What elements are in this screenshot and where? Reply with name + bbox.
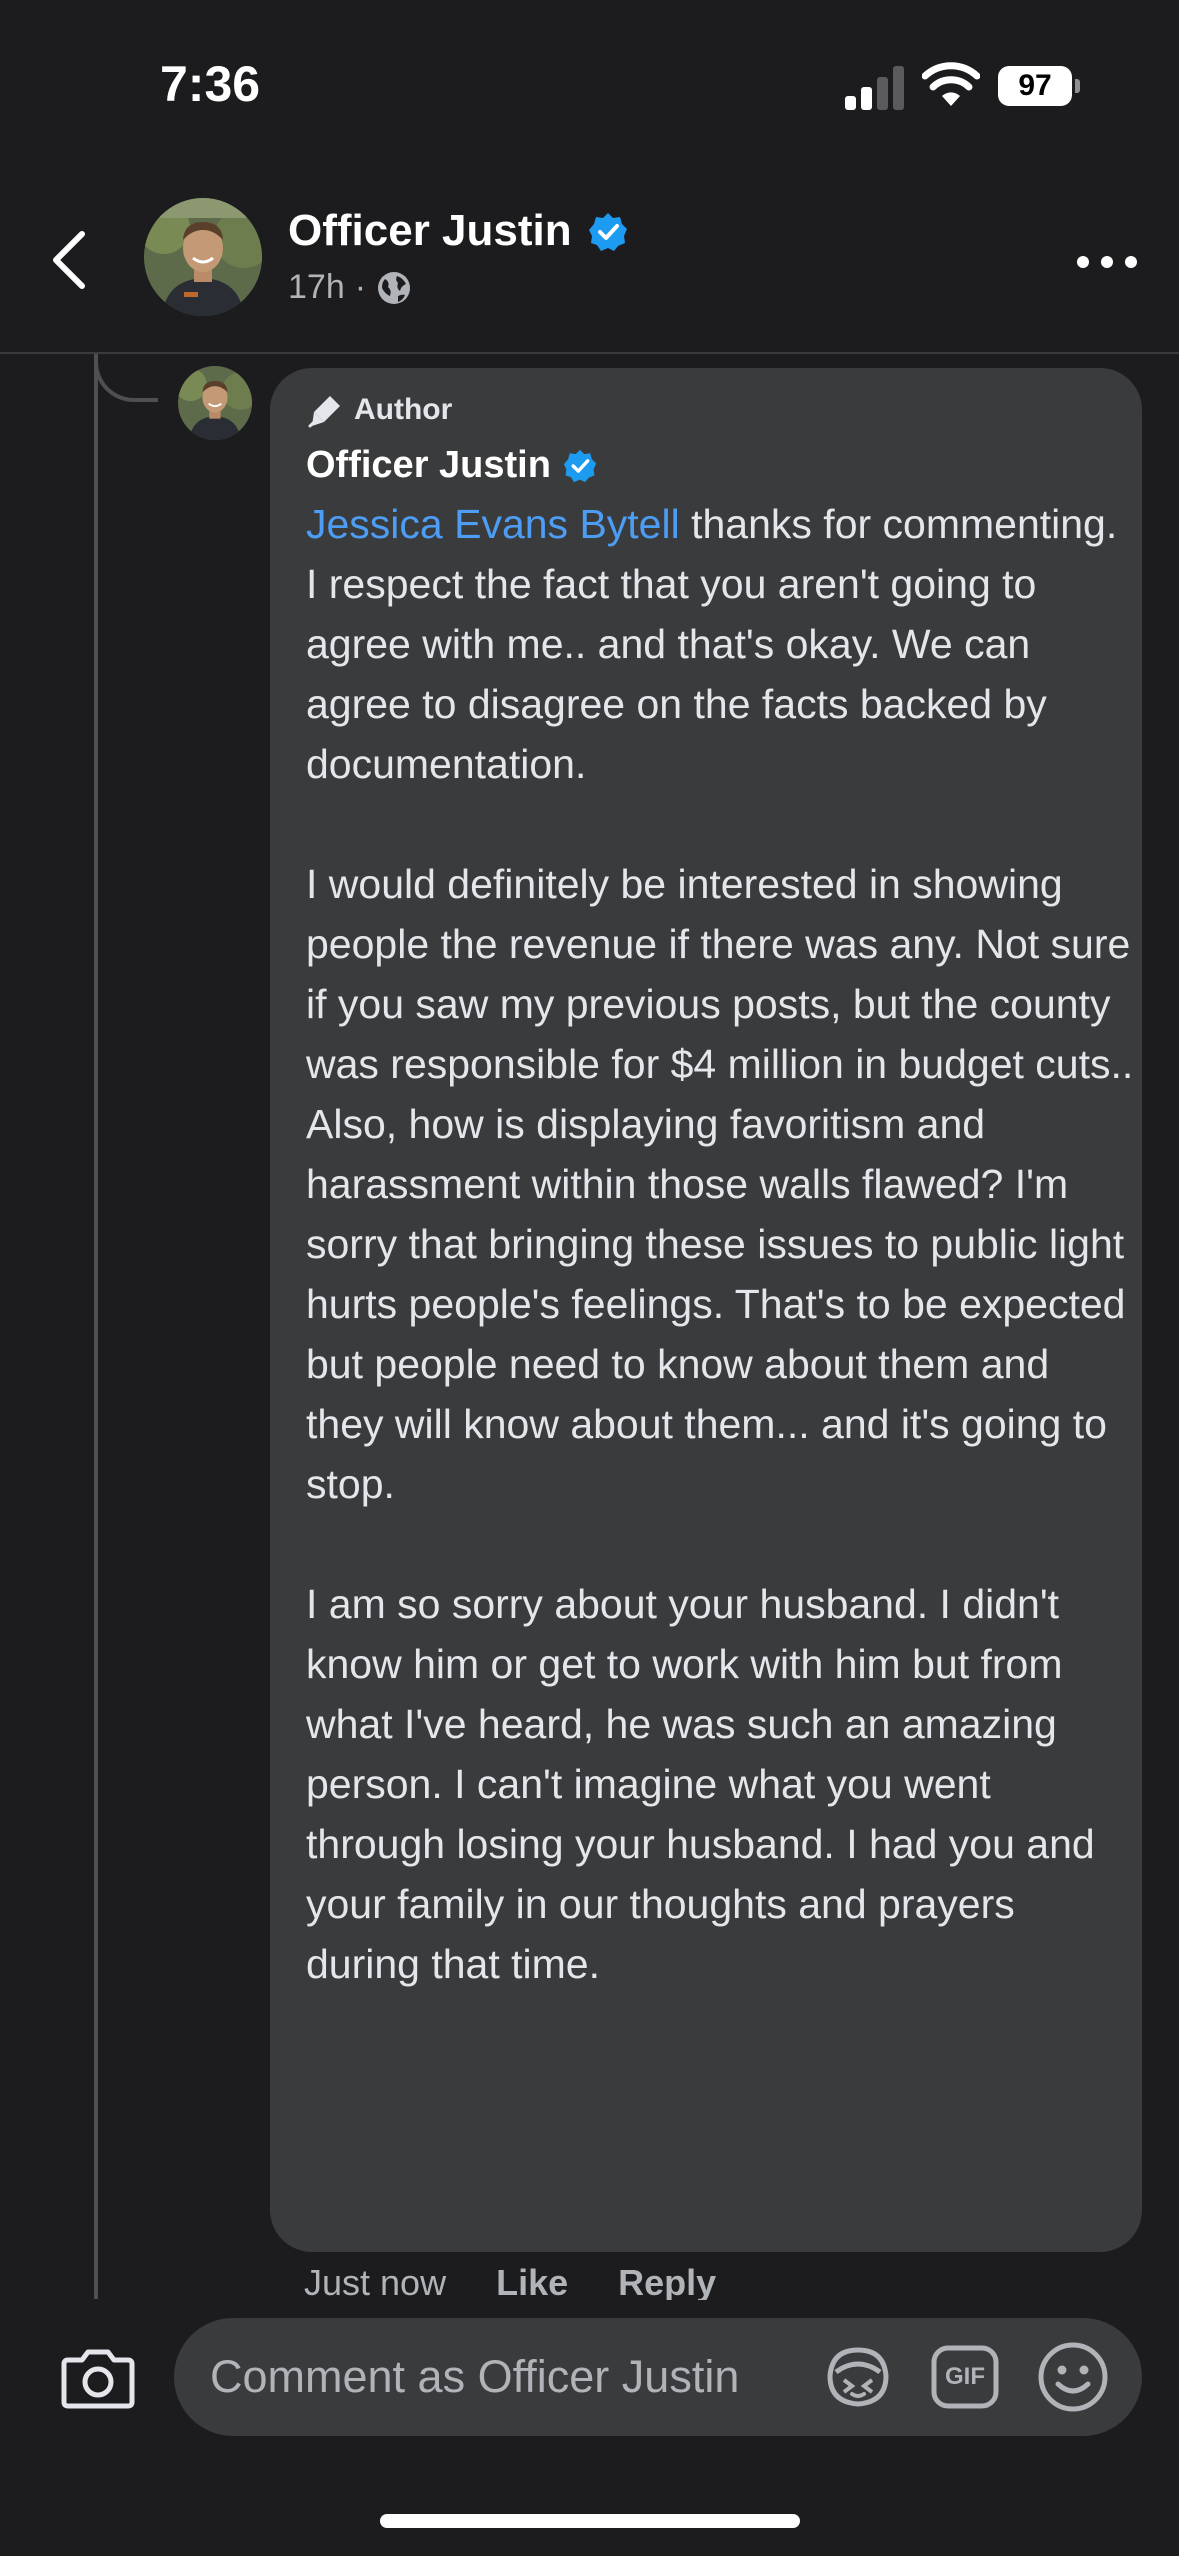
post-time: 17h — [288, 268, 345, 306]
like-button[interactable]: Like — [496, 2262, 568, 2302]
thread-connector — [94, 354, 158, 402]
comment-actions: Just now Like Reply — [304, 2262, 766, 2302]
comment-paragraph: Jessica Evans Bytell thanks for commenti… — [306, 494, 1136, 794]
comment-bubble[interactable]: Author Officer Justin Jessica Evans Byte… — [270, 368, 1142, 2252]
globe-icon — [378, 271, 411, 304]
gif-icon[interactable]: GIF — [930, 2344, 1000, 2410]
comment-text: Jessica Evans Bytell thanks for commenti… — [306, 494, 1136, 1994]
status-time: 7:36 — [160, 56, 261, 112]
battery-level: 97 — [1018, 69, 1052, 102]
author-badge-label: Author — [354, 393, 453, 426]
meta-separator: · — [354, 268, 367, 306]
avatar-sticker-icon[interactable] — [822, 2342, 894, 2410]
cellular-signal-icon — [845, 66, 904, 110]
more-dots-icon[interactable] — [1075, 250, 1139, 274]
post-author-name[interactable]: Officer Justin — [288, 206, 572, 256]
avatar[interactable] — [144, 198, 262, 316]
emoji-icon[interactable] — [1036, 2340, 1110, 2414]
comment-avatar[interactable] — [178, 366, 252, 440]
comment-paragraph: I am so sorry about your husband. I didn… — [306, 1581, 1095, 1987]
verified-badge-icon — [563, 449, 597, 482]
pen-icon — [308, 396, 340, 428]
thread-line — [94, 354, 98, 2299]
verified-badge-icon — [589, 213, 627, 251]
camera-icon[interactable] — [60, 2346, 136, 2410]
comment-author[interactable]: Officer Justin — [306, 444, 597, 487]
status-bar: 7:36 97 — [0, 0, 1179, 160]
comment-paragraph: I would definitely be interested in show… — [306, 861, 1134, 1507]
comment-timestamp: Just now — [304, 2262, 447, 2302]
mention-link[interactable]: Jessica Evans Bytell — [306, 501, 680, 547]
reply-button[interactable]: Reply — [618, 2262, 716, 2302]
back-chevron-icon[interactable] — [40, 220, 100, 300]
post-header: Officer Justin 17h · — [0, 160, 1179, 354]
wifi-icon — [922, 62, 980, 106]
gif-label: GIF — [945, 2363, 985, 2390]
home-indicator — [380, 2514, 800, 2528]
post-meta: 17h · — [288, 268, 412, 307]
author-badge: Author — [308, 392, 452, 428]
battery-icon: 97 — [998, 66, 1080, 106]
comment-author-name[interactable]: Officer Justin — [306, 444, 551, 487]
